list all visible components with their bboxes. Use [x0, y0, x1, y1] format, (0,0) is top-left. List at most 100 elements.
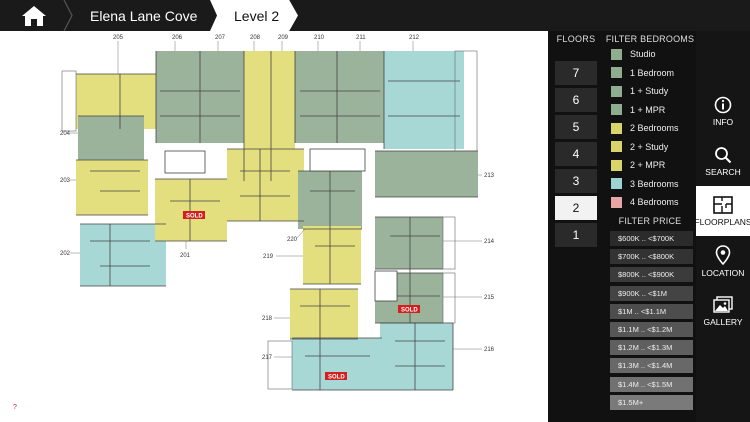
- bedroom-filter-item[interactable]: 2 + MPR: [611, 156, 665, 174]
- price-filter-button[interactable]: $700K .. <$800K: [610, 249, 693, 265]
- bedroom-filter-label: Studio: [630, 49, 656, 59]
- price-filter-button[interactable]: $1.5M+: [610, 394, 693, 410]
- filter-bedrooms-title: FILTER BEDROOMS: [605, 34, 695, 44]
- bedroom-color-swatch: [611, 85, 622, 97]
- unit-label-220: 220: [287, 237, 298, 243]
- bedroom-filter-item[interactable]: 2 Bedrooms: [611, 119, 679, 137]
- nav-search[interactable]: SEARCH: [696, 136, 750, 186]
- search-icon: [715, 146, 732, 163]
- bedroom-color-swatch: [611, 67, 622, 78]
- floorplan-drawing[interactable]: 205 206 207 208 209 210 211 212 204 203 …: [0, 31, 548, 422]
- unit-213[interactable]: [375, 151, 478, 197]
- bedroom-filter-label: 1 + MPR: [630, 104, 666, 115]
- filters-panel: FILTER BEDROOMS Studio 1 Bedroom 1 + Study…: [604, 31, 696, 422]
- unit-label-212: 212: [409, 35, 420, 41]
- unit-219[interactable]: [303, 226, 361, 284]
- unit-212[interactable]: [384, 51, 464, 149]
- bedroom-color-swatch: [611, 159, 622, 171]
- price-filter-button[interactable]: $900K .. <$1M: [610, 285, 693, 301]
- unit-centre[interactable]: [227, 149, 304, 221]
- unit-label-201: 201: [180, 253, 191, 259]
- location-pin-icon: [715, 244, 731, 265]
- unit-label-215: 215: [484, 295, 495, 301]
- floor-button-2[interactable]: 2: [555, 196, 597, 220]
- lift-core: [309, 148, 366, 172]
- unit-207[interactable]: [200, 51, 244, 143]
- nav-search-label: SEARCH: [705, 166, 741, 177]
- bedroom-color-swatch: [611, 141, 622, 152]
- unit-211[interactable]: [337, 51, 384, 143]
- svg-text:SOLD: SOLD: [401, 308, 418, 314]
- bedroom-color-swatch: [611, 178, 622, 189]
- floor-button-7[interactable]: 7: [555, 61, 597, 85]
- nav-location[interactable]: LOCATION: [696, 236, 750, 286]
- bedroom-filter-item[interactable]: 1 Bedroom: [611, 64, 674, 82]
- unit-label-205: 205: [113, 35, 124, 41]
- unit-label-210: 210: [314, 35, 325, 41]
- bedroom-color-swatch: [611, 48, 622, 60]
- bedroom-filter-label: 2 Bedrooms: [630, 123, 679, 133]
- bedroom-filter-label: 2 + MPR: [630, 160, 666, 170]
- floorplan-view[interactable]: 205 206 207 208 209 210 211 212 204 203 …: [0, 31, 548, 422]
- bedroom-filter-item[interactable]: 3 Bedrooms: [611, 175, 679, 193]
- floorplan-icon: [713, 195, 733, 214]
- bedroom-filter-label: 3 Bedrooms: [630, 178, 679, 189]
- nav-floorplans[interactable]: FLOORPLANS: [694, 186, 750, 236]
- nav-gallery[interactable]: GALLERY: [696, 286, 750, 336]
- bedroom-filter-label: 1 Bedroom: [630, 67, 675, 78]
- bedroom-color-swatch: [611, 196, 622, 208]
- price-filter-button[interactable]: $1.1M .. <$1.2M: [610, 322, 693, 337]
- price-filter-button[interactable]: $1.2M .. <$1.3M: [610, 340, 693, 356]
- stair-core: [164, 150, 206, 174]
- bedroom-filter-label: 1 + Study: [630, 86, 669, 96]
- price-filter-button[interactable]: $1.4M .. <$1.5M: [610, 376, 693, 392]
- bedroom-filter-label: 4 Bedrooms: [630, 197, 679, 207]
- floor-button-4[interactable]: 4: [555, 142, 597, 166]
- bedroom-filter-item[interactable]: 1 + Study: [611, 82, 668, 100]
- unit-label-204: 204: [60, 131, 71, 137]
- unit-217[interactable]: [292, 338, 382, 390]
- home-button[interactable]: [0, 0, 68, 31]
- breadcrumb-level[interactable]: Level 2: [210, 0, 298, 31]
- unit-label-203: 203: [60, 178, 71, 184]
- sold-badge-201: SOLD: [183, 211, 205, 220]
- info-icon: [714, 96, 732, 113]
- bedroom-filter-item[interactable]: 4 Bedrooms: [611, 193, 679, 211]
- price-filter-button[interactable]: $1.3M .. <$1.4M: [610, 358, 693, 374]
- unit-label-216: 216: [484, 347, 495, 353]
- floor-button-3[interactable]: 3: [555, 169, 597, 193]
- price-filter-button[interactable]: $600K .. <$700K: [610, 231, 693, 246]
- floors-title: FLOORS: [556, 34, 596, 44]
- unit-210[interactable]: [295, 51, 337, 143]
- unit-216[interactable]: [380, 323, 453, 390]
- unit-201[interactable]: [155, 179, 227, 241]
- floor-button-1[interactable]: 1: [555, 223, 597, 247]
- sold-badge-215: SOLD: [398, 305, 420, 314]
- price-filter-button[interactable]: $1M .. <$1.1M: [610, 303, 693, 319]
- floor-button-6[interactable]: 6: [555, 88, 597, 112]
- price-filter-button[interactable]: $800K .. <$900K: [610, 267, 693, 283]
- main-nav: INFO SEARCH FLOORPLANS LOCATION GALLERY: [694, 31, 750, 422]
- unit-label-218: 218: [262, 316, 273, 322]
- unit-203[interactable]: [76, 160, 148, 215]
- nav-info[interactable]: INFO: [696, 86, 750, 136]
- help-marker[interactable]: ?: [13, 404, 17, 411]
- bedroom-filter-item[interactable]: 2 + Study: [611, 138, 668, 156]
- unit-214[interactable]: [375, 217, 443, 269]
- svg-text:SOLD: SOLD: [186, 214, 203, 220]
- filter-price-title: FILTER PRICE: [618, 216, 682, 226]
- nav-info-label: INFO: [712, 116, 734, 127]
- bedroom-filter-item[interactable]: 1 + MPR: [611, 101, 665, 119]
- unit-218[interactable]: [290, 289, 358, 339]
- breadcrumb-building[interactable]: Elena Lane Cove: [68, 0, 208, 31]
- floor-button-5[interactable]: 5: [555, 115, 597, 139]
- top-bar: Elena Lane Cove Level 2: [0, 0, 750, 31]
- unit-202[interactable]: [80, 224, 166, 286]
- svg-text:SOLD: SOLD: [328, 375, 345, 381]
- bedroom-filter-item[interactable]: Studio: [611, 45, 656, 63]
- unit-label-211: 211: [356, 35, 366, 41]
- unit-204[interactable]: [78, 116, 144, 161]
- unit-label-209: 209: [278, 35, 289, 41]
- unit-206[interactable]: [156, 51, 200, 143]
- stair-core-2: [374, 270, 398, 302]
